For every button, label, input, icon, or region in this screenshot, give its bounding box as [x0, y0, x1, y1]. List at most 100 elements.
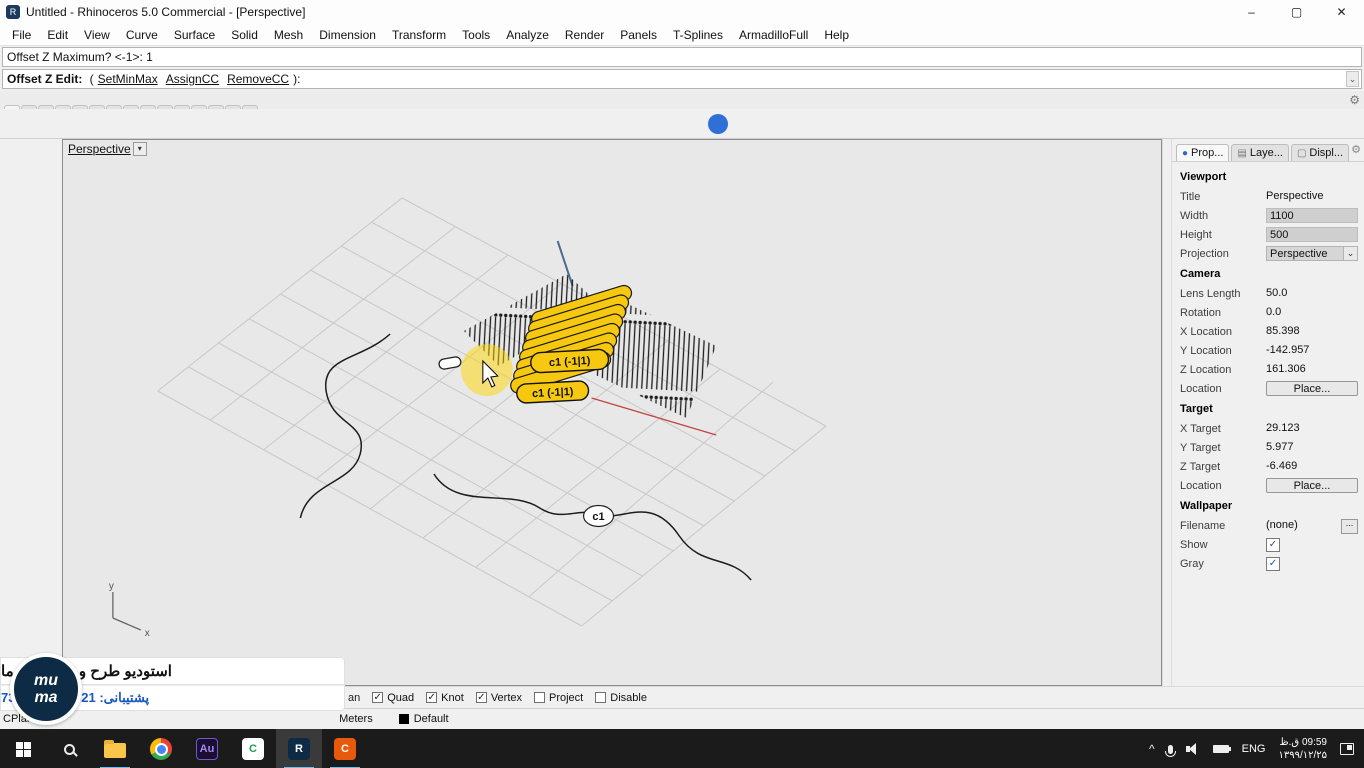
- osnap-toggle[interactable]: Disable: [595, 692, 647, 704]
- paint-icon[interactable]: [32, 388, 59, 414]
- audition-button[interactable]: Au: [184, 729, 230, 768]
- start-button[interactable]: [0, 729, 46, 768]
- toolbar-tab[interactable]: [225, 105, 241, 109]
- checkbox[interactable]: [476, 692, 487, 703]
- battery-icon[interactable]: [1213, 745, 1229, 753]
- command-option[interactable]: SetMinMax: [98, 72, 158, 86]
- minimize-button[interactable]: –: [1229, 0, 1274, 24]
- point-cloud-icon[interactable]: [32, 172, 59, 198]
- flag-icon[interactable]: [627, 112, 651, 136]
- options-gear-icon[interactable]: [654, 112, 678, 136]
- toolbar-tab[interactable]: [4, 105, 20, 109]
- spray-icon[interactable]: [2, 388, 29, 414]
- arc-icon[interactable]: [32, 199, 59, 225]
- move-icon[interactable]: [2, 496, 29, 522]
- help-icon[interactable]: [708, 114, 728, 134]
- split-icon[interactable]: [32, 442, 59, 468]
- copy-icon[interactable]: [168, 112, 192, 136]
- property-value[interactable]: Place...: [1266, 381, 1358, 396]
- polyline-icon[interactable]: [32, 253, 59, 279]
- menu-item[interactable]: Curve: [118, 25, 166, 45]
- property-value[interactable]: Place...: [1266, 478, 1358, 493]
- new-file-icon[interactable]: [6, 112, 30, 136]
- maximize-button[interactable]: ▢: [1274, 0, 1319, 24]
- boxedit-icon[interactable]: [465, 112, 489, 136]
- menu-item[interactable]: ArmadilloFull: [731, 25, 816, 45]
- action-center-icon[interactable]: [1340, 743, 1354, 755]
- command-option[interactable]: RemoveCC: [227, 72, 289, 86]
- rotate-icon[interactable]: [2, 523, 29, 549]
- menu-item[interactable]: Render: [557, 25, 612, 45]
- menu-item[interactable]: Tools: [454, 25, 498, 45]
- rendered-icon[interactable]: [546, 112, 570, 136]
- command-prompt-line[interactable]: Offset Z Edit: (SetMinMaxAssignCCRemoveC…: [2, 69, 1362, 89]
- checkbox[interactable]: [534, 692, 545, 703]
- lasso-icon[interactable]: [32, 145, 59, 171]
- menu-item[interactable]: Transform: [384, 25, 454, 45]
- toolbar-tab[interactable]: [123, 105, 139, 109]
- menu-item[interactable]: Analyze: [498, 25, 557, 45]
- viewport-title-text[interactable]: Perspective: [68, 142, 131, 156]
- cplane-icon[interactable]: [681, 112, 705, 136]
- print-icon[interactable]: [87, 112, 111, 136]
- zoom-extents-icon[interactable]: [357, 112, 381, 136]
- ellipse-icon[interactable]: [32, 226, 59, 252]
- property-value[interactable]: 500: [1266, 227, 1358, 242]
- command-history-chevron-icon[interactable]: ⌄: [1346, 71, 1359, 87]
- taskbar-search-button[interactable]: [46, 729, 92, 768]
- tab-properties[interactable]: ● Prop...: [1176, 144, 1229, 161]
- toolbar-tab[interactable]: [157, 105, 173, 109]
- trim-icon[interactable]: [2, 442, 29, 468]
- menu-item[interactable]: Dimension: [311, 25, 384, 45]
- menu-item[interactable]: T-Splines: [665, 25, 731, 45]
- checkbox[interactable]: [426, 692, 437, 703]
- zoom-window-icon[interactable]: [330, 112, 354, 136]
- panel-gear-icon[interactable]: ⚙: [1351, 143, 1361, 156]
- menu-item[interactable]: Panels: [612, 25, 665, 45]
- point-icon[interactable]: [2, 172, 29, 198]
- menu-item[interactable]: File: [4, 25, 39, 45]
- join-icon[interactable]: [2, 415, 29, 441]
- clock[interactable]: 09:59 ق.ظ ۱۳۹۹/۱۲/۲۵: [1278, 736, 1327, 762]
- language-indicator[interactable]: ENG: [1242, 743, 1266, 755]
- polygon-icon[interactable]: [32, 280, 59, 306]
- line-icon[interactable]: [2, 253, 29, 279]
- curve-icon[interactable]: [2, 199, 29, 225]
- speaker-icon[interactable]: [1186, 743, 1200, 755]
- scale-icon[interactable]: [32, 523, 59, 549]
- menu-item[interactable]: Mesh: [266, 25, 311, 45]
- ghosted-icon[interactable]: [573, 112, 597, 136]
- sphere-icon[interactable]: [32, 361, 59, 387]
- copy-icon[interactable]: [32, 496, 59, 522]
- explode-icon[interactable]: [32, 415, 59, 441]
- menu-item[interactable]: Edit: [39, 25, 76, 45]
- checkbox[interactable]: [595, 692, 606, 703]
- toolbar-tab[interactable]: [191, 105, 207, 109]
- toolbar-tab[interactable]: [140, 105, 156, 109]
- surface-icon[interactable]: [2, 307, 29, 333]
- checkbox[interactable]: [372, 692, 383, 703]
- toolbar-options-gear-icon[interactable]: ⚙: [1349, 93, 1360, 107]
- panel-splitter[interactable]: [1162, 139, 1172, 686]
- export-icon[interactable]: [114, 112, 138, 136]
- menu-item[interactable]: Help: [816, 25, 857, 45]
- tab-layers[interactable]: ▤ Laye...: [1231, 144, 1288, 161]
- box-icon[interactable]: [2, 361, 29, 387]
- pan-icon[interactable]: [249, 112, 273, 136]
- surface-corner-icon[interactable]: [32, 307, 59, 333]
- offset-icon[interactable]: [32, 469, 59, 495]
- loft-icon[interactable]: [32, 334, 59, 360]
- undo-icon[interactable]: [222, 112, 246, 136]
- menu-item[interactable]: Solid: [223, 25, 266, 45]
- property-value[interactable]: 1100: [1266, 208, 1358, 223]
- grid-table-icon[interactable]: [438, 112, 462, 136]
- toolbar-tab[interactable]: [106, 105, 122, 109]
- camtasia-button[interactable]: C: [230, 729, 276, 768]
- property-value[interactable]: [1266, 556, 1358, 571]
- circle-icon[interactable]: [2, 226, 29, 252]
- move-view-icon[interactable]: [276, 112, 300, 136]
- viewport-title[interactable]: Perspective ▾: [68, 142, 147, 156]
- osnap-toggle[interactable]: Quad: [372, 692, 414, 704]
- perspective-viewport[interactable]: Perspective ▾: [62, 139, 1162, 686]
- paste-icon[interactable]: [195, 112, 219, 136]
